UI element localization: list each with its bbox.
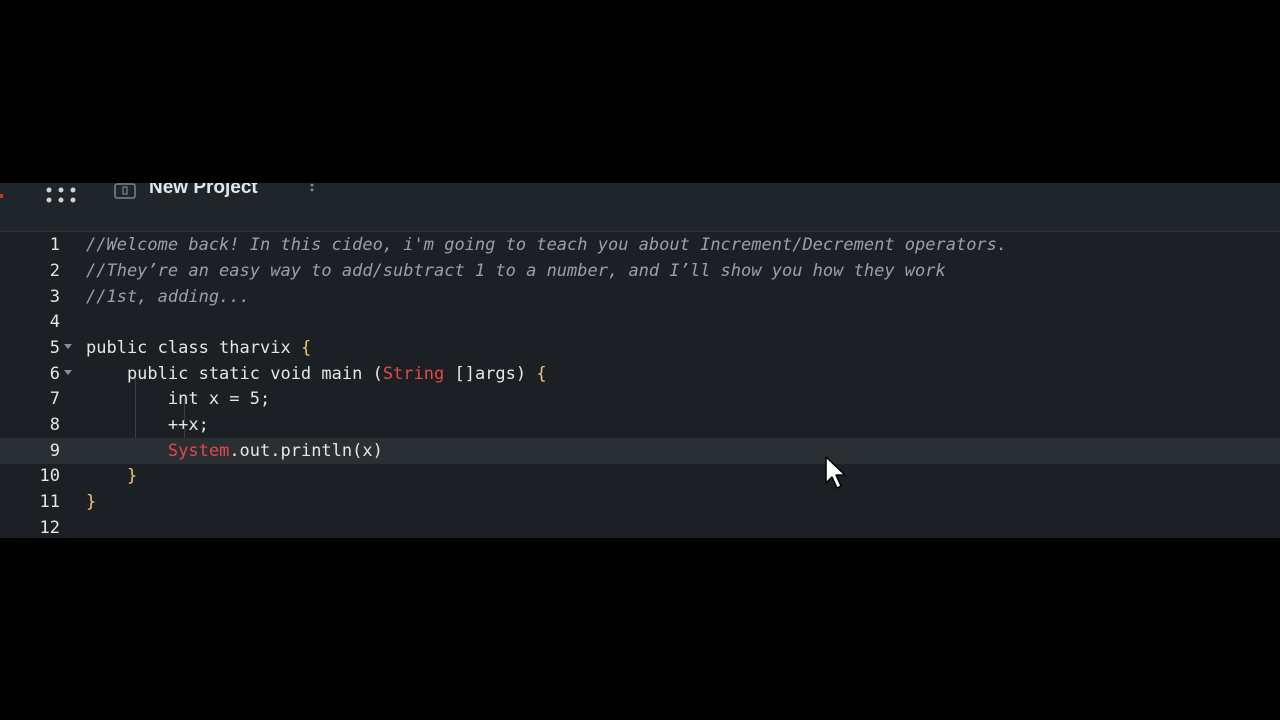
project-icon xyxy=(114,183,136,199)
line-number: 12 xyxy=(39,518,60,538)
code-line[interactable]: 7 int x = 5; xyxy=(0,386,1280,412)
code-line[interactable]: 6 public static void main (String []args… xyxy=(0,361,1280,387)
code-text: } xyxy=(86,492,97,512)
code-text: //Welcome back! In this cideo, i'm going… xyxy=(86,235,1008,255)
code-text: public static void main (String []args) … xyxy=(86,364,547,384)
line-number: 7 xyxy=(49,389,60,409)
line-number: 4 xyxy=(49,312,60,332)
project-title[interactable]: New Project xyxy=(149,183,258,199)
code-line[interactable]: 2 //They’re an easy way to add/subtract … xyxy=(0,258,1280,284)
line-number: 1 xyxy=(49,235,60,255)
line-number: 11 xyxy=(39,492,60,512)
code-text: public class tharvix { xyxy=(86,338,312,358)
fold-arrow-icon[interactable] xyxy=(64,370,72,375)
line-number: 2 xyxy=(49,261,60,281)
code-line[interactable]: 12 xyxy=(0,515,1280,538)
code-text: ++x; xyxy=(86,415,209,435)
line-number: 5 xyxy=(49,338,60,358)
line-number: 8 xyxy=(49,415,60,435)
code-editor-window: New Project 1 //Welcome back! In this ci… xyxy=(0,183,1280,538)
code-text: //1st, adding... xyxy=(86,287,250,307)
line-number: 9 xyxy=(49,441,60,461)
code-line[interactable]: 3 //1st, adding... xyxy=(0,284,1280,310)
apps-grid-icon[interactable] xyxy=(44,185,78,205)
code-line[interactable]: 10 } xyxy=(0,463,1280,489)
code-line-active[interactable]: 9 System.out.println(x) xyxy=(0,438,1280,464)
mouse-pointer-icon xyxy=(825,456,846,489)
code-line[interactable]: 5 public class tharvix { xyxy=(0,335,1280,361)
code-line[interactable]: 8 ++x; xyxy=(0,412,1280,438)
code-text: int x = 5; xyxy=(86,389,271,409)
edge-marker xyxy=(0,194,3,198)
kebab-menu-icon[interactable] xyxy=(308,183,316,199)
editor-topbar: New Project xyxy=(0,183,1280,232)
code-line[interactable]: 11 } xyxy=(0,489,1280,515)
code-line[interactable]: 1 //Welcome back! In this cideo, i'm goi… xyxy=(0,232,1280,258)
code-text: System.out.println(x) xyxy=(167,441,383,461)
code-text: //They’re an easy way to add/subtract 1 … xyxy=(86,261,946,281)
code-text: } xyxy=(126,466,138,486)
code-line[interactable]: 4 xyxy=(0,309,1280,335)
fold-arrow-icon[interactable] xyxy=(64,344,72,349)
line-number: 6 xyxy=(49,364,60,384)
line-number: 3 xyxy=(49,287,60,307)
line-number: 10 xyxy=(39,466,60,486)
code-area[interactable]: 1 //Welcome back! In this cideo, i'm goi… xyxy=(0,232,1280,538)
